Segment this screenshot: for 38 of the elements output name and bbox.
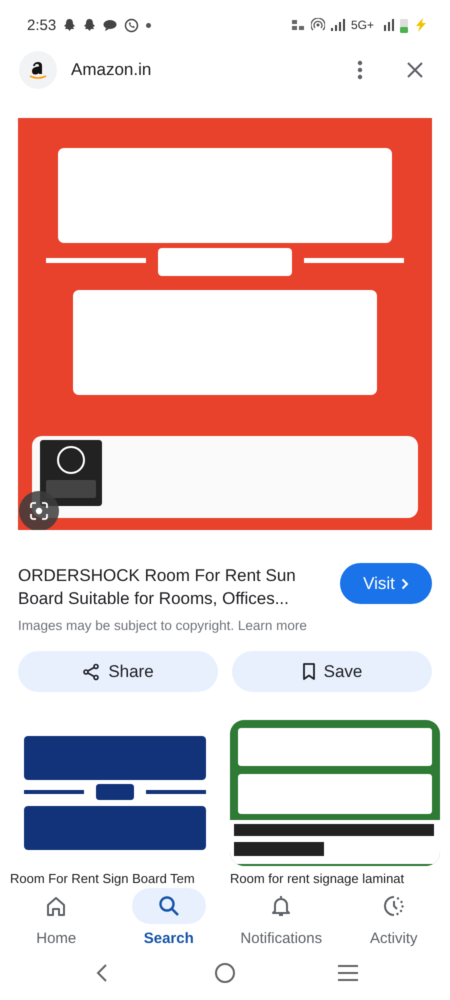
ghost-icon [83,18,96,32]
share-button[interactable]: Share [18,651,218,692]
site-name: Amazon.in [71,60,152,80]
chevron-right-icon [400,578,409,590]
signal-icon [330,19,345,31]
phone-bubble-icon [124,18,140,32]
site-logo-icon [19,51,57,89]
activity-icon [382,895,405,917]
clock-time: 2:53 [27,16,56,34]
image-caption: Room for rent signage laminat [230,871,406,887]
nav-tab[interactable]: Notifications [225,888,338,952]
copyright-notice: Images may be subject to copyright. [18,618,234,633]
image-caption: Room For Rent Sign Board Tem [10,871,196,887]
network-type: 5G+ [350,18,374,32]
circle-icon [214,962,236,984]
chat-icon [103,19,118,31]
visit-button[interactable]: Visit [340,563,432,604]
bell-icon [270,895,292,917]
lens-icon [29,501,49,521]
dot-icon [146,22,152,28]
save-button[interactable]: Save [232,651,432,692]
nav-tab[interactable]: Home [0,888,112,952]
search-icon [158,895,180,917]
result-title: ORDERSHOCK Room For Rent Sun Board Suitable for Rooms, Offices... [18,565,297,610]
charging-icon [414,18,428,32]
hotspot-icon [310,18,325,32]
nav-tab[interactable]: Activity [338,888,450,952]
ghost-icon [63,18,76,32]
share-icon [82,662,100,680]
learn-more-link[interactable]: Learn more [238,618,307,633]
back-icon [96,963,108,983]
bookmark-icon [302,662,316,680]
battery-icon [400,18,408,32]
menu-icon [337,964,360,982]
nav-tab[interactable]: Search [112,888,225,952]
close-icon [406,61,424,79]
more-options-icon [357,60,363,80]
home-icon [45,895,68,917]
